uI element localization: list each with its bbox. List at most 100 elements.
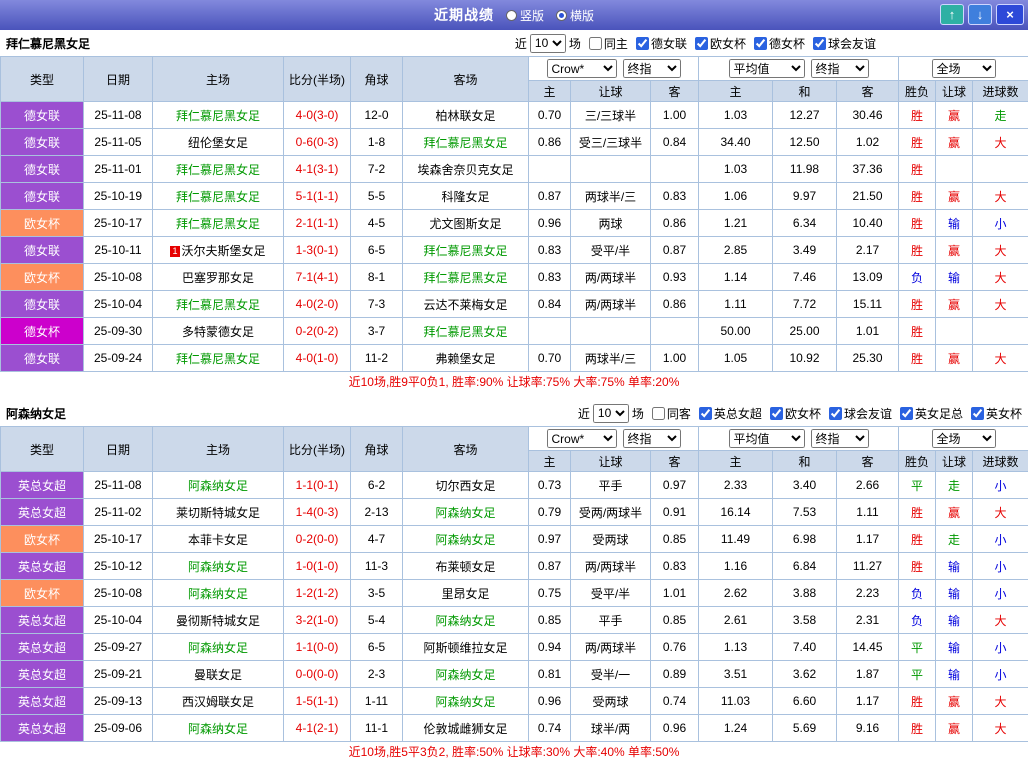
corners-cell: 11-1 (351, 715, 403, 742)
bookmaker-select[interactable]: Crow* (547, 59, 617, 78)
avg-home-odds: 1.03 (699, 156, 773, 183)
league-filter-checkbox[interactable] (754, 37, 767, 50)
avg-home-odds: 1.14 (699, 264, 773, 291)
league-filter-checkbox[interactable] (636, 37, 649, 50)
league-filter-label: 欧女杯 (710, 35, 746, 52)
crow-stage-select[interactable]: 终指 (623, 59, 681, 78)
away-team-cell: 弗赖堡女足 (403, 345, 529, 372)
column-header: 客场 (403, 57, 529, 102)
crow-away-odds: 0.83 (651, 183, 699, 210)
competition-badge: 英总女超 (1, 607, 84, 634)
league-filter-label: 英女足总 (915, 405, 963, 422)
result-goals-cell (973, 318, 1028, 345)
avg-home-odds: 2.33 (699, 472, 773, 499)
match-row: 欧女杯25-10-17本菲卡女足0-2(0-0)4-7阿森纳女足0.97受两球0… (1, 526, 1028, 553)
column-header: 比分(半场) (284, 57, 351, 102)
bookmaker-select[interactable]: Crow* (547, 429, 617, 448)
games-label: 场 (632, 405, 644, 422)
league-filter-checkbox[interactable] (695, 37, 708, 50)
corners-cell: 2-3 (351, 661, 403, 688)
home-team-label: 阿森纳女足 (188, 479, 248, 493)
avg-away-odds: 2.17 (837, 237, 899, 264)
score-cell: 1-1(0-1) (284, 472, 351, 499)
result-handicap-cell: 输 (936, 210, 973, 237)
match-row: 德女联25-11-08拜仁慕尼黑女足4-0(3-0)12-0柏林联女足0.70三… (1, 102, 1028, 129)
radio-horizontal-layout[interactable]: 横版 (556, 7, 594, 24)
score-cell: 1-3(0-1) (284, 237, 351, 264)
home-team-label: 阿森纳女足 (188, 641, 248, 655)
avg-away-odds: 9.16 (837, 715, 899, 742)
crow-away-odds: 0.85 (651, 607, 699, 634)
date-cell: 25-10-19 (84, 183, 153, 210)
avg-stage-select[interactable]: 终指 (811, 429, 869, 448)
score-cell: 4-0(1-0) (284, 345, 351, 372)
column-header: 日期 (84, 57, 153, 102)
avg-draw-odds: 7.46 (773, 264, 837, 291)
league-filter-label: 英总女超 (714, 405, 762, 422)
result-goals-cell: 小 (973, 661, 1028, 688)
league-filter[interactable]: 欧女杯 (690, 35, 746, 52)
date-cell: 25-09-13 (84, 688, 153, 715)
column-header: 类型 (1, 427, 84, 472)
results-table: 类型日期主场比分(半场)角球客场Crow*终指平均值终指全场主让球客主和客胜负让… (0, 426, 1028, 742)
avg-home-odds: 1.03 (699, 102, 773, 129)
match-row: 德女联25-10-111沃尔夫斯堡女足1-3(0-1)6-5拜仁慕尼黑女足0.8… (1, 237, 1028, 264)
sub-column-header: 和 (773, 451, 837, 472)
avg-away-odds: 11.27 (837, 553, 899, 580)
average-odds-select[interactable]: 平均值 (729, 429, 805, 448)
league-filter-checkbox[interactable] (829, 407, 842, 420)
result-goals-cell: 大 (973, 129, 1028, 156)
league-filter[interactable]: 英女足总 (895, 405, 963, 422)
league-filter[interactable]: 英总女超 (694, 405, 762, 422)
crow-away-odds (651, 156, 699, 183)
league-filter-checkbox[interactable] (813, 37, 826, 50)
avg-stage-select[interactable]: 终指 (811, 59, 869, 78)
league-filter-checkbox[interactable] (699, 407, 712, 420)
league-filter-checkbox[interactable] (971, 407, 984, 420)
result-wdl-cell: 胜 (899, 526, 936, 553)
crow-away-odds: 0.85 (651, 526, 699, 553)
average-odds-select[interactable]: 平均值 (729, 59, 805, 78)
league-filter[interactable]: 英女杯 (966, 405, 1022, 422)
avg-home-odds: 2.62 (699, 580, 773, 607)
away-team-cell: 阿森纳女足 (403, 526, 529, 553)
result-goals-cell: 大 (973, 607, 1028, 634)
scroll-up-button[interactable]: ↑ (940, 4, 964, 25)
league-filter-checkbox[interactable] (900, 407, 913, 420)
near-label: 近 (515, 35, 527, 52)
radio-vertical-layout[interactable]: 竖版 (506, 7, 544, 24)
same-venue-filter-checkbox[interactable] (589, 37, 602, 50)
window-buttons: ↑ ↓ × (940, 4, 1024, 25)
league-filter[interactable]: 欧女杯 (765, 405, 821, 422)
same-venue-filter[interactable]: 同客 (647, 405, 691, 422)
same-venue-filter[interactable]: 同主 (584, 35, 628, 52)
result-wdl-cell: 胜 (899, 210, 936, 237)
recent-count-select[interactable]: 10 (593, 404, 629, 423)
league-filter[interactable]: 德女杯 (749, 35, 805, 52)
close-icon[interactable]: × (996, 4, 1024, 25)
avg-draw-odds: 7.53 (773, 499, 837, 526)
odds-source-cell: 平均值终指 (699, 427, 899, 451)
result-goals-cell: 大 (973, 291, 1028, 318)
scroll-down-button[interactable]: ↓ (968, 4, 992, 25)
crow-home-odds: 0.85 (529, 607, 571, 634)
league-filter[interactable]: 德女联 (631, 35, 687, 52)
home-team-label: 拜仁慕尼黑女足 (176, 190, 260, 204)
column-header: 类型 (1, 57, 84, 102)
crow-stage-select[interactable]: 终指 (623, 429, 681, 448)
match-scope-select[interactable]: 全场 (932, 429, 996, 448)
league-filter[interactable]: 球会友谊 (824, 405, 892, 422)
league-filter[interactable]: 球会友谊 (808, 35, 876, 52)
home-team-cell: 1沃尔夫斯堡女足 (153, 237, 284, 264)
league-filter-checkbox[interactable] (770, 407, 783, 420)
date-cell: 25-11-05 (84, 129, 153, 156)
avg-draw-odds: 3.62 (773, 661, 837, 688)
score-cell: 1-2(1-2) (284, 580, 351, 607)
match-scope-select[interactable]: 全场 (932, 59, 996, 78)
recent-count-select[interactable]: 10 (530, 34, 566, 53)
avg-home-odds: 1.06 (699, 183, 773, 210)
same-venue-filter-checkbox[interactable] (652, 407, 665, 420)
crow-away-odds: 0.91 (651, 499, 699, 526)
match-row: 英总女超25-11-08阿森纳女足1-1(0-1)6-2切尔西女足0.73平手0… (1, 472, 1028, 499)
competition-badge: 德女联 (1, 102, 84, 129)
